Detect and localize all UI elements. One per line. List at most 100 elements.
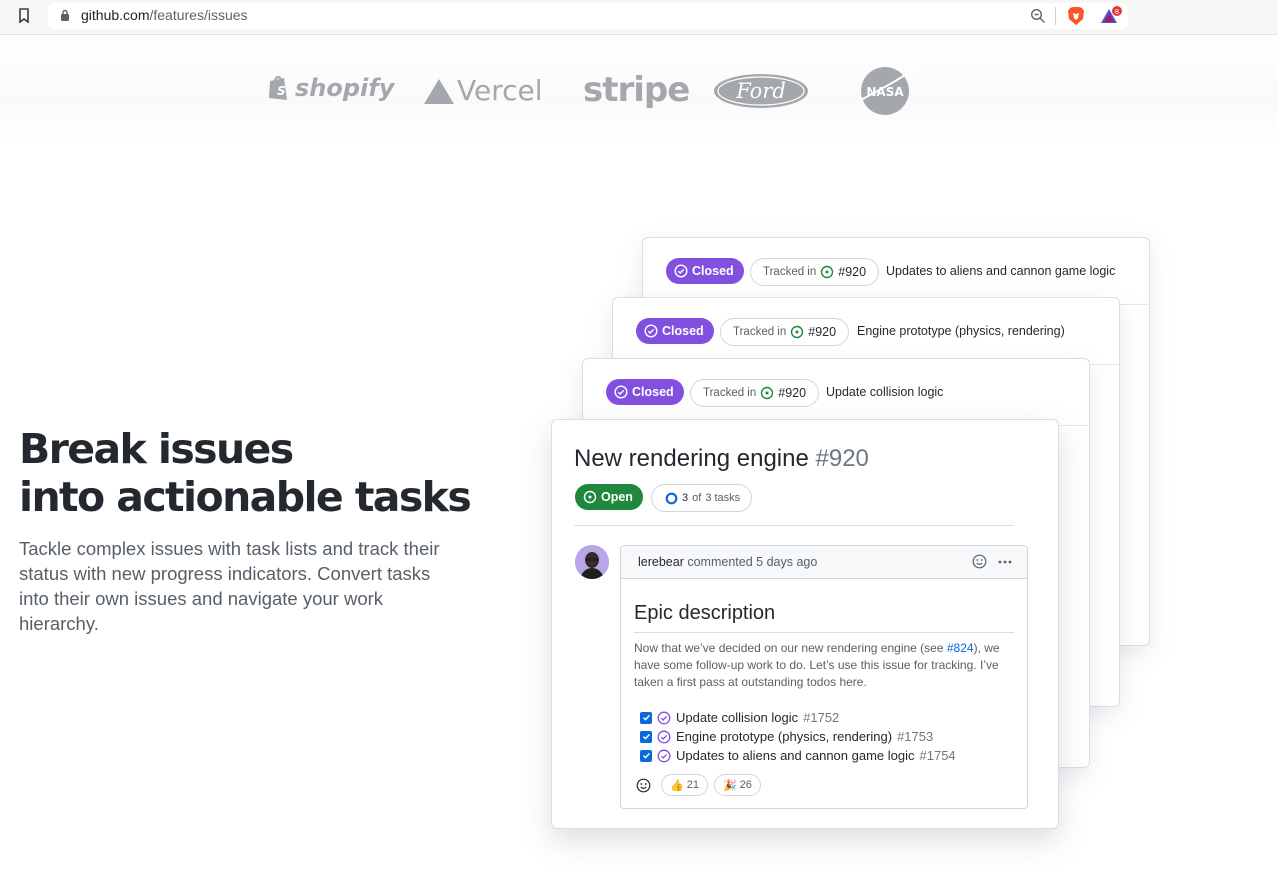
tracked-in-pill[interactable]: Tracked in #920 (690, 379, 820, 407)
vercel-triangle-icon (424, 78, 454, 104)
progress-ring-icon (665, 492, 678, 504)
url-text[interactable]: github.com/features/issues (81, 7, 248, 23)
task-issue-number[interactable]: #1754 (920, 748, 956, 763)
hero-headline: Break issues into actionable tasks (19, 425, 472, 521)
epic-heading: Epic description (634, 602, 776, 624)
user-avatar-icon (575, 545, 609, 579)
thumbs-up-emoji-icon: 👍 (670, 779, 684, 792)
toolbar-separator (1055, 7, 1056, 25)
vercel-wordmark: Vercel (457, 74, 543, 107)
comment-header: lerebear commented 5 days ago (621, 546, 1027, 579)
tracked-issue-title[interactable]: Updates to aliens and cannon game logic (886, 264, 1115, 278)
tracked-issue-number: #920 (778, 386, 807, 400)
tracked-issue-title[interactable]: Engine prototype (physics, rendering) (857, 324, 1065, 338)
task-label[interactable]: Engine prototype (physics, rendering) (676, 729, 892, 744)
tracked-in-pill[interactable]: Tracked in #920 (750, 258, 880, 286)
tracked-issue-title[interactable]: Update collision logic (826, 385, 943, 399)
open-badge: Open (575, 484, 643, 510)
comment-meta: lerebear commented 5 days ago (638, 555, 817, 569)
issue-open-icon (821, 265, 834, 279)
task-item: Engine prototype (physics, rendering) #1… (640, 727, 956, 746)
closed-badge: Closed (666, 258, 744, 284)
closed-badge: Closed (636, 318, 714, 344)
tada-reaction[interactable]: 🎉 26 (713, 774, 761, 796)
comment-author[interactable]: lerebear (638, 555, 684, 569)
bookmark-icon[interactable] (18, 8, 30, 24)
hero-subcopy: Tackle complex issues with task lists an… (19, 538, 440, 634)
comment-body: Now that we’ve decided on our new render… (634, 640, 1019, 691)
shopify-logo: S shopify (267, 74, 394, 102)
headline-line-2: into actionable tasks (19, 473, 472, 521)
nasa-logo: NASA (860, 67, 915, 115)
referenced-issue-link[interactable]: #824 (947, 641, 974, 655)
open-label: Open (601, 490, 633, 504)
issue-closed-icon (657, 711, 671, 724)
issue-open-icon (761, 386, 774, 400)
tasks-total-label: 3 tasks (705, 492, 741, 504)
task-checkbox[interactable] (640, 711, 652, 724)
task-progress-pill[interactable]: 3 of 3 tasks (651, 484, 753, 512)
closed-label: Closed (632, 385, 674, 399)
issue-title: New rendering engine #920 (574, 445, 869, 473)
checkmark-icon (642, 733, 650, 740)
header-divider (574, 525, 1014, 526)
lock-icon[interactable] (60, 9, 70, 21)
task-item: Update collision logic #1752 (640, 708, 956, 727)
zoom-icon[interactable] (1030, 8, 1046, 24)
shopify-bag-icon: S (269, 76, 287, 100)
tracked-in-pill[interactable]: Tracked in #920 (720, 318, 850, 346)
closed-label: Closed (692, 264, 734, 278)
tracked-issue-header: Closed Tracked in #920 Updates to aliens… (643, 238, 1149, 305)
issue-closed-icon (657, 730, 671, 743)
task-list: Update collision logic #1752 Engine prot… (640, 708, 956, 765)
reaction-count: 21 (686, 779, 699, 791)
brave-shield-icon[interactable] (1067, 6, 1085, 26)
comment-body-before: Now that we’ve decided on our new render… (634, 641, 947, 655)
reactions-bar: 👍 21 🎉 26 (636, 774, 761, 796)
tasks-of-label: of (692, 492, 702, 504)
ford-wordmark: Ford (735, 79, 786, 103)
tasks-done-count: 3 (682, 492, 689, 504)
stripe-logo: stripe (583, 70, 690, 110)
epic-heading-rule (634, 632, 1014, 633)
tracked-issue-number: #920 (838, 265, 867, 279)
vercel-logo: Vercel (423, 74, 543, 107)
closed-label: Closed (662, 324, 704, 338)
headline-line-1: Break issues (19, 425, 294, 473)
ford-logo: Ford (714, 74, 808, 108)
url-path: /features/issues (149, 7, 248, 23)
comment-box: lerebear commented 5 days ago Epic descr… (620, 545, 1028, 809)
comment-timestamp: commented 5 days ago (687, 555, 818, 569)
kebab-menu-icon[interactable] (997, 554, 1013, 570)
tracked-issue-number: #920 (808, 325, 837, 339)
avatar[interactable] (575, 545, 609, 579)
smiley-icon[interactable] (972, 554, 987, 569)
task-label[interactable]: Update collision logic (676, 710, 798, 725)
task-issue-number[interactable]: #1753 (897, 729, 933, 744)
url-domain: github.com (81, 7, 150, 23)
task-checkbox[interactable] (640, 749, 652, 762)
thumbs-up-reaction[interactable]: 👍 21 (661, 774, 708, 796)
checkmark-icon (642, 752, 650, 759)
rewards-badge-count: 8 (1115, 8, 1119, 16)
task-label[interactable]: Updates to aliens and cannon game logic (676, 748, 915, 763)
checkmark-icon (642, 714, 650, 721)
tracked-issue-header: Closed Tracked in #920 Update collision … (583, 359, 1089, 426)
task-item: Updates to aliens and cannon game logic … (640, 746, 956, 765)
closed-badge: Closed (606, 379, 684, 405)
main-issue-card: New rendering engine #920 Open 3 of 3 ta… (551, 419, 1059, 829)
issue-open-icon (583, 490, 597, 504)
shopify-wordmark: shopify (295, 74, 395, 102)
browser-toolbar: github.com/features/issues 8 (0, 0, 1278, 35)
task-issue-number[interactable]: #1752 (803, 710, 839, 725)
add-reaction-icon[interactable] (636, 778, 651, 793)
task-checkbox[interactable] (640, 730, 652, 743)
issue-open-icon (791, 325, 804, 339)
tracked-in-label: Tracked in (703, 387, 757, 399)
nasa-wordmark: NASA (866, 85, 904, 99)
issue-number: #920 (815, 445, 869, 472)
check-circle-icon (614, 385, 628, 399)
tracked-issue-header: Closed Tracked in #920 Engine prototype … (613, 298, 1119, 365)
brave-rewards-icon[interactable]: 8 (1100, 6, 1122, 26)
check-circle-icon (644, 324, 658, 338)
